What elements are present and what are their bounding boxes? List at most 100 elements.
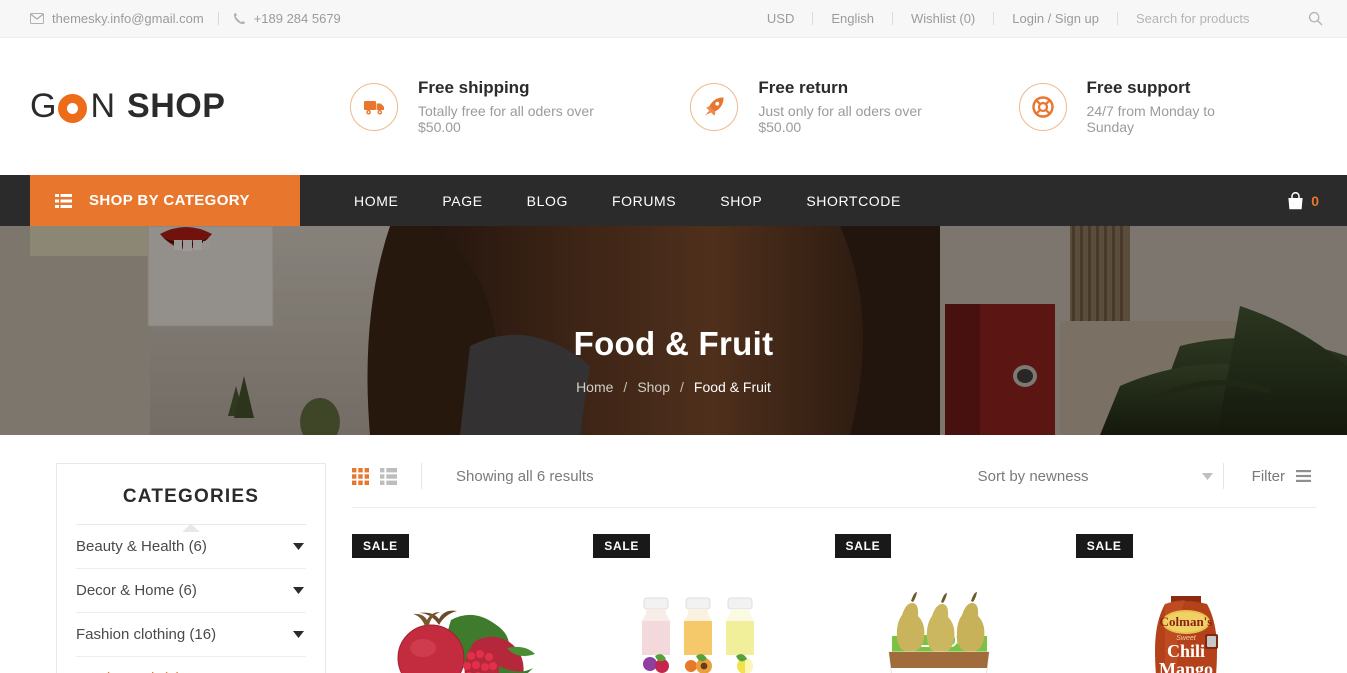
- product-image-chili-mango-sauce: Colman's Sweet Chili Mango: [1076, 580, 1295, 673]
- service-title: Free return: [758, 78, 849, 97]
- search-input[interactable]: [1136, 11, 1286, 26]
- breadcrumb-separator: /: [623, 378, 628, 395]
- shop-toolbar: Showing all 6 results Sort by newness Fi…: [352, 463, 1317, 508]
- service-subtitle: 24/7 from Monday to Sunday: [1086, 103, 1215, 135]
- shopping-bag-icon: [1287, 191, 1304, 210]
- product-grid: SALE SALE SALE SALE Colman's Sweet Chili…: [352, 508, 1317, 673]
- contact-phone[interactable]: +189 284 5679: [233, 11, 341, 26]
- chevron-down-icon[interactable]: [293, 543, 304, 550]
- wishlist-link[interactable]: Wishlist (0): [911, 11, 975, 26]
- nav-item-shortcode[interactable]: SHORTCODE: [784, 193, 923, 209]
- breadcrumb-item-current: Food & Fruit: [693, 378, 771, 395]
- main-navigation: SHOP BY CATEGORY HOME PAGE BLOG FORUMS S…: [0, 175, 1347, 226]
- result-count: Showing all 6 results: [456, 467, 594, 485]
- service-text: Free return Just only for all oders over…: [758, 78, 962, 135]
- categories-widget: CATEGORIES Beauty & Health (6) Decor & H…: [56, 463, 326, 673]
- page-content: CATEGORIES Beauty & Health (6) Decor & H…: [0, 435, 1347, 673]
- sidebar-item-label: Decor & Home (6): [76, 582, 197, 599]
- svg-text:Chili: Chili: [1167, 641, 1205, 661]
- service-free-shipping: Free shipping Totally free for all oders…: [350, 78, 634, 135]
- site-header: G N SHOP Free shipping Totally free for …: [0, 38, 1347, 175]
- truck-icon: [350, 82, 398, 131]
- site-logo[interactable]: G N SHOP: [30, 87, 350, 126]
- service-subtitle: Totally free for all oders over $50.00: [418, 103, 594, 135]
- topbar-divider: [891, 12, 893, 25]
- login-signup-link[interactable]: Login / Sign up: [1012, 11, 1099, 26]
- product-card[interactable]: SALE ovi: [593, 534, 834, 673]
- logo-ring-icon: [58, 94, 88, 123]
- topbar-divider: [1117, 12, 1118, 25]
- topbar-utility-group: USD English Wishlist (0) Login / Sign up: [767, 11, 1323, 26]
- envelope-icon: [30, 13, 44, 24]
- product-image-pomegranate: [352, 580, 571, 673]
- lifebuoy-icon: [1018, 82, 1067, 131]
- grid-view-icon[interactable]: [352, 467, 369, 485]
- sort-value: Sort by newness: [977, 467, 1089, 485]
- nav-item-shop[interactable]: SHOP: [698, 193, 784, 209]
- email-text: themesky.info@gmail.com: [52, 11, 204, 26]
- chevron-down-icon: [1201, 472, 1213, 480]
- nav-item-page[interactable]: PAGE: [420, 193, 504, 209]
- view-mode-switcher: [352, 467, 397, 485]
- currency-selector[interactable]: USD: [767, 11, 794, 26]
- chevron-down-icon[interactable]: [293, 587, 304, 594]
- breadcrumb-item-shop[interactable]: Shop: [637, 379, 670, 395]
- search-icon[interactable]: [1308, 11, 1323, 26]
- category-list-icon: [55, 193, 72, 208]
- sale-badge: SALE: [352, 534, 409, 558]
- cart-button[interactable]: 0: [1287, 175, 1347, 226]
- breadcrumb-separator: /: [680, 378, 684, 395]
- nav-item-forums[interactable]: FORUMS: [590, 193, 698, 209]
- service-title: Free shipping: [418, 78, 530, 97]
- shop-main: Showing all 6 results Sort by newness Fi…: [326, 463, 1317, 673]
- cart-count: 0: [1311, 192, 1319, 209]
- nav-item-blog[interactable]: BLOG: [505, 193, 590, 209]
- rocket-icon: [690, 82, 739, 131]
- page-title: Food & Fruit: [573, 324, 774, 362]
- hero-content: Food & Fruit Home / Shop / Food & Fruit: [0, 226, 1347, 435]
- chevron-down-icon[interactable]: [293, 631, 304, 638]
- phone-text: +189 284 5679: [253, 11, 341, 26]
- product-image-juice-bottles: ovi ovi: [593, 580, 812, 673]
- language-selector[interactable]: English: [831, 11, 874, 26]
- shop-by-category-label: SHOP BY CATEGORY: [89, 192, 250, 209]
- product-image-pears-box: [835, 580, 1054, 673]
- service-text: Free shipping Totally free for all oders…: [418, 78, 634, 135]
- product-card[interactable]: SALE Colman's Sweet Chili Mango: [1075, 534, 1317, 673]
- sidebar-item-fashion-clothing[interactable]: Fashion clothing (16): [76, 613, 306, 657]
- sale-badge: SALE: [834, 534, 892, 558]
- page-hero-banner: Food & Fruit Home / Shop / Food & Fruit: [0, 226, 1347, 435]
- nav-item-home[interactable]: HOME: [332, 193, 420, 209]
- service-text: Free support 24/7 from Monday to Sunday: [1087, 78, 1261, 135]
- logo-word-shop: SHOP: [127, 87, 226, 125]
- sidebar-item-label: Beauty & Health (6): [76, 538, 207, 555]
- service-title: Free support: [1086, 78, 1191, 97]
- sidebar-item-decor-home[interactable]: Decor & Home (6): [76, 569, 306, 613]
- search-box: [1136, 11, 1323, 26]
- svg-text:Mango: Mango: [1159, 659, 1213, 673]
- sidebar-item-food-fruit[interactable]: Food & Fruit (6): [76, 657, 306, 673]
- top-bar: themesky.info@gmail.com +189 284 5679 US…: [0, 0, 1347, 38]
- filter-button[interactable]: Filter: [1252, 468, 1317, 485]
- sort-dropdown[interactable]: Sort by newness: [978, 468, 1213, 485]
- list-view-icon[interactable]: [380, 467, 397, 485]
- categories-widget-title: CATEGORIES: [122, 486, 260, 507]
- topbar-contact-group: themesky.info@gmail.com +189 284 5679: [30, 11, 341, 26]
- svg-text:Colman's: Colman's: [1160, 614, 1213, 629]
- breadcrumb-item-home[interactable]: Home: [576, 379, 613, 395]
- product-card[interactable]: SALE: [834, 534, 1076, 673]
- sale-badge: SALE: [593, 534, 651, 558]
- widget-divider: [76, 524, 306, 525]
- topbar-divider: [217, 12, 219, 25]
- toolbar-divider: [1222, 463, 1224, 489]
- service-free-return: Free return Just only for all oders over…: [690, 78, 962, 135]
- filter-label: Filter: [1251, 467, 1285, 485]
- logo-letter-n: N: [90, 87, 117, 125]
- shop-by-category-button[interactable]: SHOP BY CATEGORY: [30, 175, 300, 226]
- product-card[interactable]: SALE: [352, 534, 593, 673]
- toolbar-divider: [421, 463, 422, 489]
- service-badges: Free shipping Totally free for all oders…: [350, 78, 1317, 135]
- contact-email[interactable]: themesky.info@gmail.com: [30, 11, 204, 26]
- phone-icon: [233, 12, 246, 25]
- service-subtitle: Just only for all oders over $50.00: [758, 103, 922, 135]
